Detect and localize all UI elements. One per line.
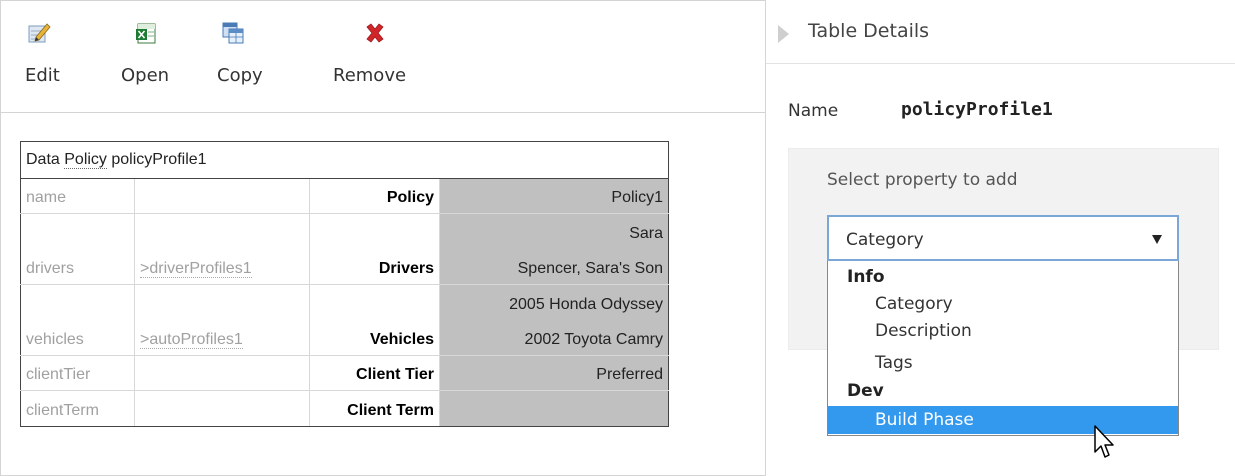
field-value-cell[interactable]: Policy1	[439, 177, 669, 215]
field-ref-cell	[134, 390, 310, 427]
edit-button[interactable]: Edit	[25, 21, 60, 86]
field-value-cell[interactable]: Spencer, Sara's Son	[439, 249, 669, 286]
dropdown-arrow-icon[interactable]	[1152, 235, 1162, 244]
copy-table-icon	[222, 22, 244, 44]
dropdown-option-build-phase[interactable]: Build Phase	[828, 406, 1178, 434]
open-label: Open	[121, 65, 170, 86]
dropdown-option-tags[interactable]: Tags	[828, 351, 1178, 375]
field-label-cell: Vehicles	[309, 284, 440, 356]
field-ref-cell: >autoProfiles1	[134, 284, 310, 356]
field-value-cell[interactable]: Sara	[439, 213, 669, 250]
details-header[interactable]: Table Details	[766, 0, 1235, 64]
field-ref-cell	[134, 177, 310, 215]
details-title: Table Details	[808, 20, 930, 42]
dropdown-group-info: Info	[847, 267, 885, 287]
edit-icon	[28, 23, 51, 43]
field-name-cell: clientTerm	[20, 390, 135, 427]
auto-profiles-link[interactable]: >autoProfiles1	[140, 330, 243, 349]
field-ref-cell	[134, 354, 310, 392]
property-dropdown-list: Info Category Description Tags Dev Build…	[827, 261, 1179, 436]
field-label-cell: Client Term	[309, 390, 440, 427]
field-name-cell: clientTier	[20, 354, 135, 392]
table-caption-row: Data Policy policyProfile1	[20, 141, 669, 179]
excel-icon	[136, 23, 156, 44]
field-label-cell: Client Tier	[309, 354, 440, 392]
copy-label: Copy	[217, 65, 263, 86]
caption-policy-link[interactable]: Policy	[64, 151, 107, 169]
remove-button[interactable]: Remove	[333, 21, 406, 86]
field-name-cell: vehicles	[20, 284, 135, 356]
name-value: policyProfile1	[901, 99, 1053, 120]
table-row: drivers >driverProfiles1 Drivers Sara	[20, 213, 669, 286]
driver-profiles-link[interactable]: >driverProfiles1	[140, 260, 252, 279]
field-ref-cell: >driverProfiles1	[134, 213, 310, 286]
field-name-cell: name	[20, 177, 135, 215]
field-value-cell[interactable]	[439, 390, 669, 427]
data-policy-table: Data Policy policyProfile1 name Policy P…	[20, 141, 669, 427]
table-row: clientTerm Client Term	[20, 390, 669, 427]
expand-triangle-icon[interactable]	[778, 25, 789, 43]
dropdown-group-dev: Dev	[847, 381, 884, 401]
left-panel: Edit Open Copy Remove Data Policy policy…	[0, 0, 766, 476]
red-x-icon	[366, 23, 384, 43]
table-row: clientTier Client Tier Preferred	[20, 354, 669, 392]
table-details-panel: Table Details Name policyProfile1 Select…	[765, 0, 1235, 476]
caption-suffix: policyProfile1	[106, 151, 207, 168]
field-value-cell[interactable]: Preferred	[439, 354, 669, 392]
open-button[interactable]: Open	[121, 21, 169, 86]
property-prompt: Select property to add	[827, 170, 1018, 190]
property-select[interactable]: Category	[827, 215, 1179, 261]
edit-label: Edit	[25, 65, 60, 86]
toolbar: Edit Open Copy Remove	[1, 1, 766, 113]
field-value-cell[interactable]: 2002 Toyota Camry	[439, 320, 669, 356]
copy-button[interactable]: Copy	[217, 21, 263, 86]
name-label: Name	[788, 101, 839, 121]
remove-label: Remove	[333, 65, 407, 86]
table-caption: Data Policy policyProfile1	[20, 141, 669, 179]
field-label-cell: Policy	[309, 177, 440, 215]
property-select-value: Category	[846, 230, 924, 250]
dropdown-option-description[interactable]: Description	[828, 319, 1178, 343]
field-value-cell[interactable]: 2005 Honda Odyssey	[439, 284, 669, 321]
field-label-cell: Drivers	[309, 213, 440, 286]
table-row: name Policy Policy1	[20, 177, 669, 215]
mouse-pointer-icon	[1094, 425, 1114, 458]
field-name-cell: drivers	[20, 213, 135, 286]
caption-prefix: Data	[26, 151, 65, 168]
table-row: vehicles >autoProfiles1 Vehicles 2005 Ho…	[20, 284, 669, 356]
dropdown-option-category[interactable]: Category	[828, 292, 1178, 316]
